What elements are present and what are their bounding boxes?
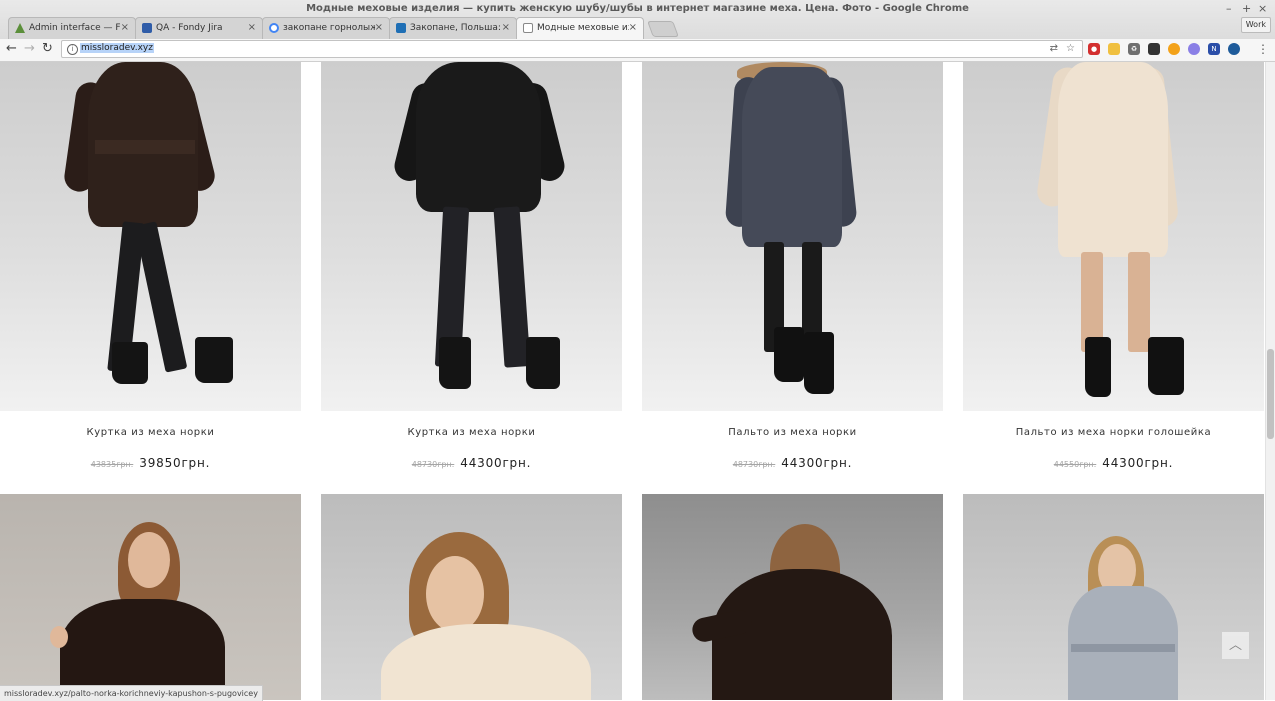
maximize-icon[interactable]: + — [1242, 2, 1251, 15]
tab-close-icon[interactable]: × — [375, 18, 383, 38]
scrollbar-thumb[interactable] — [1267, 349, 1274, 439]
product-price: 48730грн. 44300грн. — [642, 452, 943, 471]
old-price: 48730грн. — [411, 460, 455, 469]
dark-extension-icon[interactable] — [1148, 43, 1160, 55]
product-name[interactable]: Пальто из меха норки — [642, 427, 943, 438]
product-photo[interactable] — [642, 494, 943, 700]
window-title: Модные меховые изделия — купить женскую … — [306, 3, 969, 14]
current-price: 44300грн. — [1102, 456, 1174, 470]
old-price: 43835грн. — [90, 460, 134, 469]
translate-icon[interactable]: ⇄ — [1050, 43, 1058, 54]
minimize-icon[interactable]: – — [1226, 2, 1232, 15]
browser-titlebar: Модные меховые изделия — купить женскую … — [0, 0, 1275, 40]
site-favicon-icon — [396, 23, 406, 33]
cookie-extension-icon[interactable] — [1168, 43, 1180, 55]
globe-extension-icon[interactable] — [1228, 43, 1240, 55]
product-price: 44550грн. 44300грн. — [963, 452, 1264, 471]
product-photo[interactable] — [642, 62, 943, 411]
page-scrollbar[interactable] — [1265, 62, 1275, 700]
close-window-icon[interactable]: × — [1258, 2, 1267, 15]
product-photo[interactable] — [0, 62, 301, 411]
back-to-top-button[interactable]: ︿ — [1222, 632, 1249, 659]
current-price: 44300грн. — [460, 456, 532, 470]
tab-fur-store[interactable]: Модные меховые изд × — [516, 17, 644, 39]
chevron-up-icon: ︿ — [1228, 638, 1242, 653]
tab-jira[interactable]: QA - Fondy Jira × — [135, 17, 263, 39]
address-bar[interactable]: i missloradev.xyz ⇄ ☆ — [61, 40, 1083, 58]
url-text[interactable]: missloradev.xyz — [80, 43, 154, 53]
new-tab-button[interactable] — [647, 21, 679, 37]
recycle-extension-icon[interactable]: ♻ — [1128, 43, 1140, 55]
admin-favicon-icon — [15, 23, 25, 33]
product-price: 43835грн. 39850грн. — [0, 452, 301, 471]
product-name[interactable]: Пальто из меха норки голошейка — [963, 427, 1264, 438]
profile-button[interactable]: Work — [1240, 17, 1271, 33]
product-photo[interactable] — [321, 62, 622, 411]
current-price: 39850грн. — [139, 456, 211, 470]
reload-icon[interactable]: ↻ — [42, 41, 53, 56]
old-price: 44550грн. — [1053, 460, 1097, 469]
product-photo[interactable] — [0, 494, 301, 700]
tab-close-icon[interactable]: × — [121, 18, 129, 38]
purple-extension-icon[interactable] — [1188, 43, 1200, 55]
extension-icon[interactable] — [1108, 43, 1120, 55]
current-price: 44300грн. — [781, 456, 853, 470]
product-photo[interactable] — [963, 494, 1264, 700]
bookmark-star-icon[interactable]: ☆ — [1066, 43, 1075, 54]
page-viewport: Куртка из меха норки 43835грн. 39850грн. … — [0, 62, 1265, 700]
google-favicon-icon — [269, 23, 279, 33]
tab-close-icon[interactable]: × — [502, 18, 510, 38]
jira-favicon-icon — [142, 23, 152, 33]
tab-close-icon[interactable]: × — [629, 18, 637, 38]
product-name[interactable]: Куртка из меха норки — [0, 427, 301, 438]
product-name[interactable]: Куртка из меха норки — [321, 427, 622, 438]
forward-arrow-icon[interactable]: → — [24, 41, 35, 56]
old-price: 48730грн. — [732, 460, 776, 469]
tab-close-icon[interactable]: × — [248, 18, 256, 38]
product-photo[interactable] — [963, 62, 1264, 411]
chrome-menu-icon[interactable]: ⋮ — [1257, 42, 1269, 56]
product-photo[interactable] — [321, 494, 622, 700]
status-url-bubble: missloradev.xyz/palto-norka-korichneviy-… — [0, 685, 263, 701]
product-price: 48730грн. 44300грн. — [321, 452, 622, 471]
tab-zakopane[interactable]: Закопане, Польша: тур × — [389, 17, 517, 39]
back-arrow-icon[interactable]: ← — [6, 41, 17, 56]
tab-google-search[interactable]: закопане горнолыжн × — [262, 17, 390, 39]
n-extension-icon[interactable]: N — [1208, 43, 1220, 55]
page-favicon-icon — [523, 23, 533, 33]
adblock-extension-icon[interactable]: ● — [1088, 43, 1100, 55]
browser-toolbar: ← → ↻ i missloradev.xyz ⇄ ☆ ● ♻ N ⋮ — [0, 39, 1275, 62]
tab-admin-interface[interactable]: Admin interface — FON × — [8, 17, 136, 39]
info-icon[interactable]: i — [67, 44, 78, 55]
